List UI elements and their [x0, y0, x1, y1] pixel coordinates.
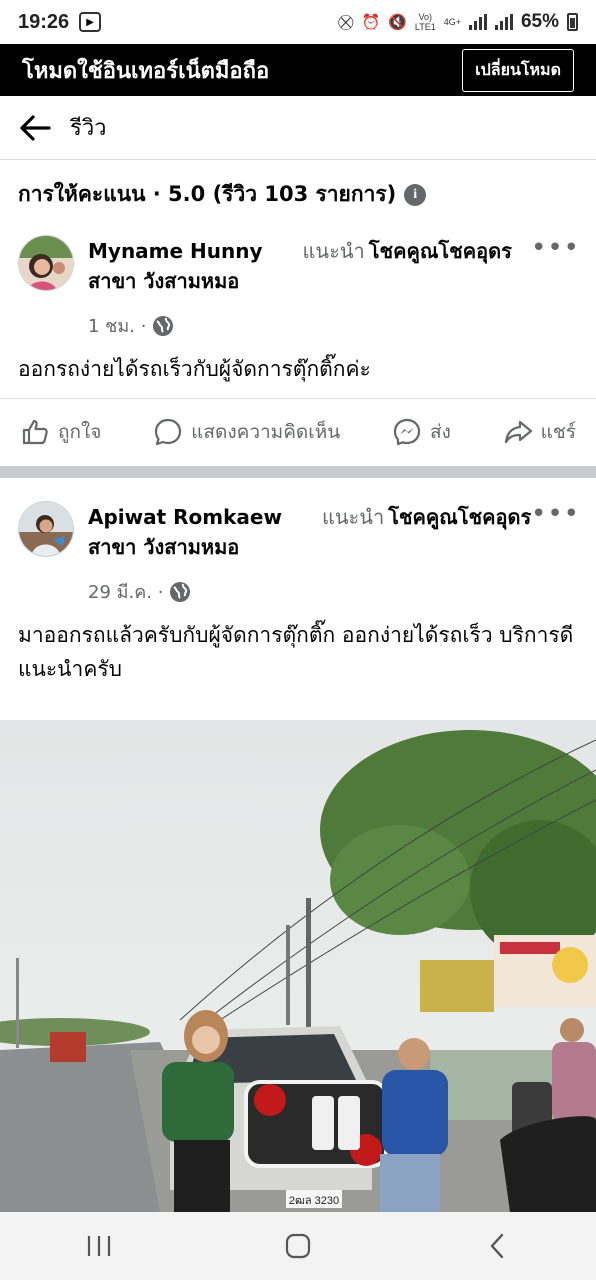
rating-summary-text: การให้คะแนน · 5.0 (รีวิว 103 รายการ)	[18, 182, 397, 206]
avatar[interactable]	[18, 501, 74, 557]
post-time[interactable]: 1 ชม. ·	[88, 311, 146, 340]
home-button[interactable]	[268, 1221, 328, 1271]
recent-apps-button[interactable]	[69, 1221, 129, 1271]
more-options-icon[interactable]: •••	[531, 235, 580, 261]
like-label: ถูกใจ	[58, 420, 102, 443]
rating-summary: การให้คะแนน · 5.0 (รีวิว 103 รายการ) i	[18, 178, 578, 211]
system-nav-bar	[0, 1212, 596, 1280]
signal-icon-2	[494, 14, 513, 30]
share-icon	[504, 420, 532, 443]
license-plate: 2ฒล 3230	[289, 1195, 339, 1207]
comment-icon	[155, 418, 182, 445]
author-name[interactable]: Apiwat Romkaew	[88, 505, 282, 529]
post-time[interactable]: 29 มี.ค. ·	[88, 577, 163, 606]
recommend-label: แนะนำ	[302, 239, 365, 263]
status-bar: 19:26 ▶ ⛒ ⏰ 🔇 Vo) LTE1 4G+ 65%	[0, 0, 596, 44]
post-separator	[0, 466, 596, 478]
share-label: แชร์	[540, 420, 576, 443]
media-app-icon: ▶	[79, 12, 102, 32]
review-header: Apiwat Romkaew แนะนำ โชคคูณโชคอุดร สาขา วั…	[88, 502, 536, 562]
post-meta: 1 ชม. ·	[88, 311, 174, 340]
review-photo[interactable]: 2ฒล 3230	[0, 720, 596, 1212]
status-icons: ⛒ ⏰ 🔇 Vo) LTE1 4G+ 65%	[338, 11, 578, 33]
thumbs-up-icon	[22, 419, 48, 444]
avatar[interactable]	[18, 235, 74, 291]
change-mode-button[interactable]: เปลี่ยนโหมด	[462, 48, 574, 92]
globe-icon	[170, 581, 191, 602]
send-button[interactable]: ส่ง	[392, 417, 451, 447]
back-button[interactable]	[467, 1221, 527, 1271]
review-header: Myname Hunny แนะนำ โชคคูณโชคอุดร สาขา วังส…	[88, 236, 536, 296]
author-name[interactable]: Myname Hunny	[88, 239, 263, 263]
comment-label: แสดงความคิดเห็น	[191, 420, 341, 443]
signal-icon	[468, 14, 487, 30]
mute-icon: 🔇	[388, 13, 407, 31]
data-mode-banner: โหมดใช้อินเทอร์เน็ตมือถือ เปลี่ยนโหมด	[0, 44, 596, 96]
more-options-icon[interactable]: •••	[531, 501, 580, 527]
volte-label: Vo)	[418, 12, 433, 22]
back-arrow-icon[interactable]	[18, 111, 52, 145]
review-text: มาออกรถแล้วครับกับผู้จัดการตุ๊กติ๊ก ออกง…	[18, 623, 574, 681]
globe-icon	[153, 315, 174, 336]
share-button[interactable]: แชร์	[503, 417, 576, 447]
data-saver-icon: ⛒	[338, 13, 354, 31]
network-type: 4G+	[443, 17, 461, 27]
review-text: ออกรถง่ายได้รถเร็วกับผู้จัดการตุ๊กติ๊กค่…	[18, 357, 371, 381]
status-time: 19:26	[18, 10, 70, 33]
post-meta: 29 มี.ค. ·	[88, 577, 191, 606]
recommend-label: แนะนำ	[321, 505, 385, 529]
info-icon[interactable]: i	[404, 183, 427, 206]
send-label: ส่ง	[430, 420, 451, 443]
data-mode-title: โหมดใช้อินเทอร์เน็ตมือถือ	[22, 58, 270, 84]
volte-indicator: Vo) LTE1	[415, 12, 436, 32]
alarm-icon: ⏰	[361, 13, 381, 31]
page-header: รีวิว	[0, 96, 596, 160]
comment-button[interactable]: แสดงความคิดเห็น	[153, 417, 340, 447]
page-title: รีวิว	[70, 116, 107, 141]
action-bar: ถูกใจ แสดงความคิดเห็น ส่ง แชร์	[0, 398, 596, 464]
lte-label: LTE1	[414, 22, 436, 32]
battery-percent: 65%	[520, 11, 559, 32]
messenger-icon	[393, 418, 421, 445]
battery-icon	[567, 13, 578, 31]
like-button[interactable]: ถูกใจ	[20, 417, 101, 447]
